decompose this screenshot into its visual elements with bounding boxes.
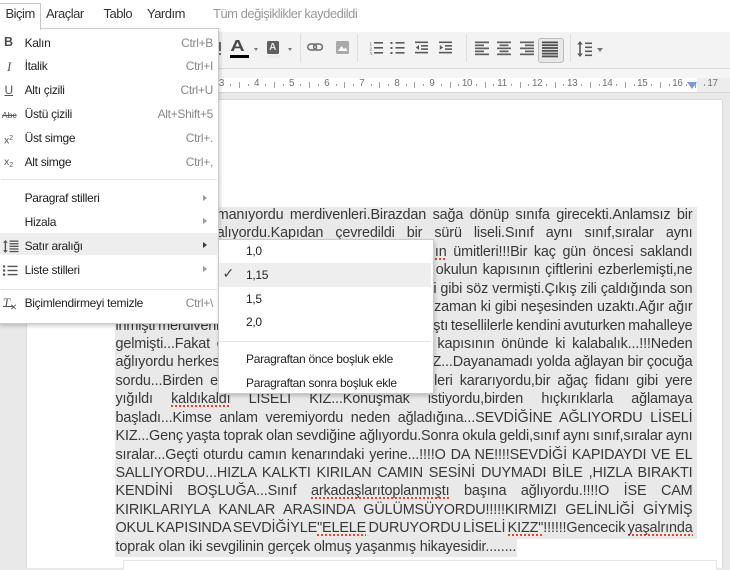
svg-text:3: 3 [370,51,373,55]
